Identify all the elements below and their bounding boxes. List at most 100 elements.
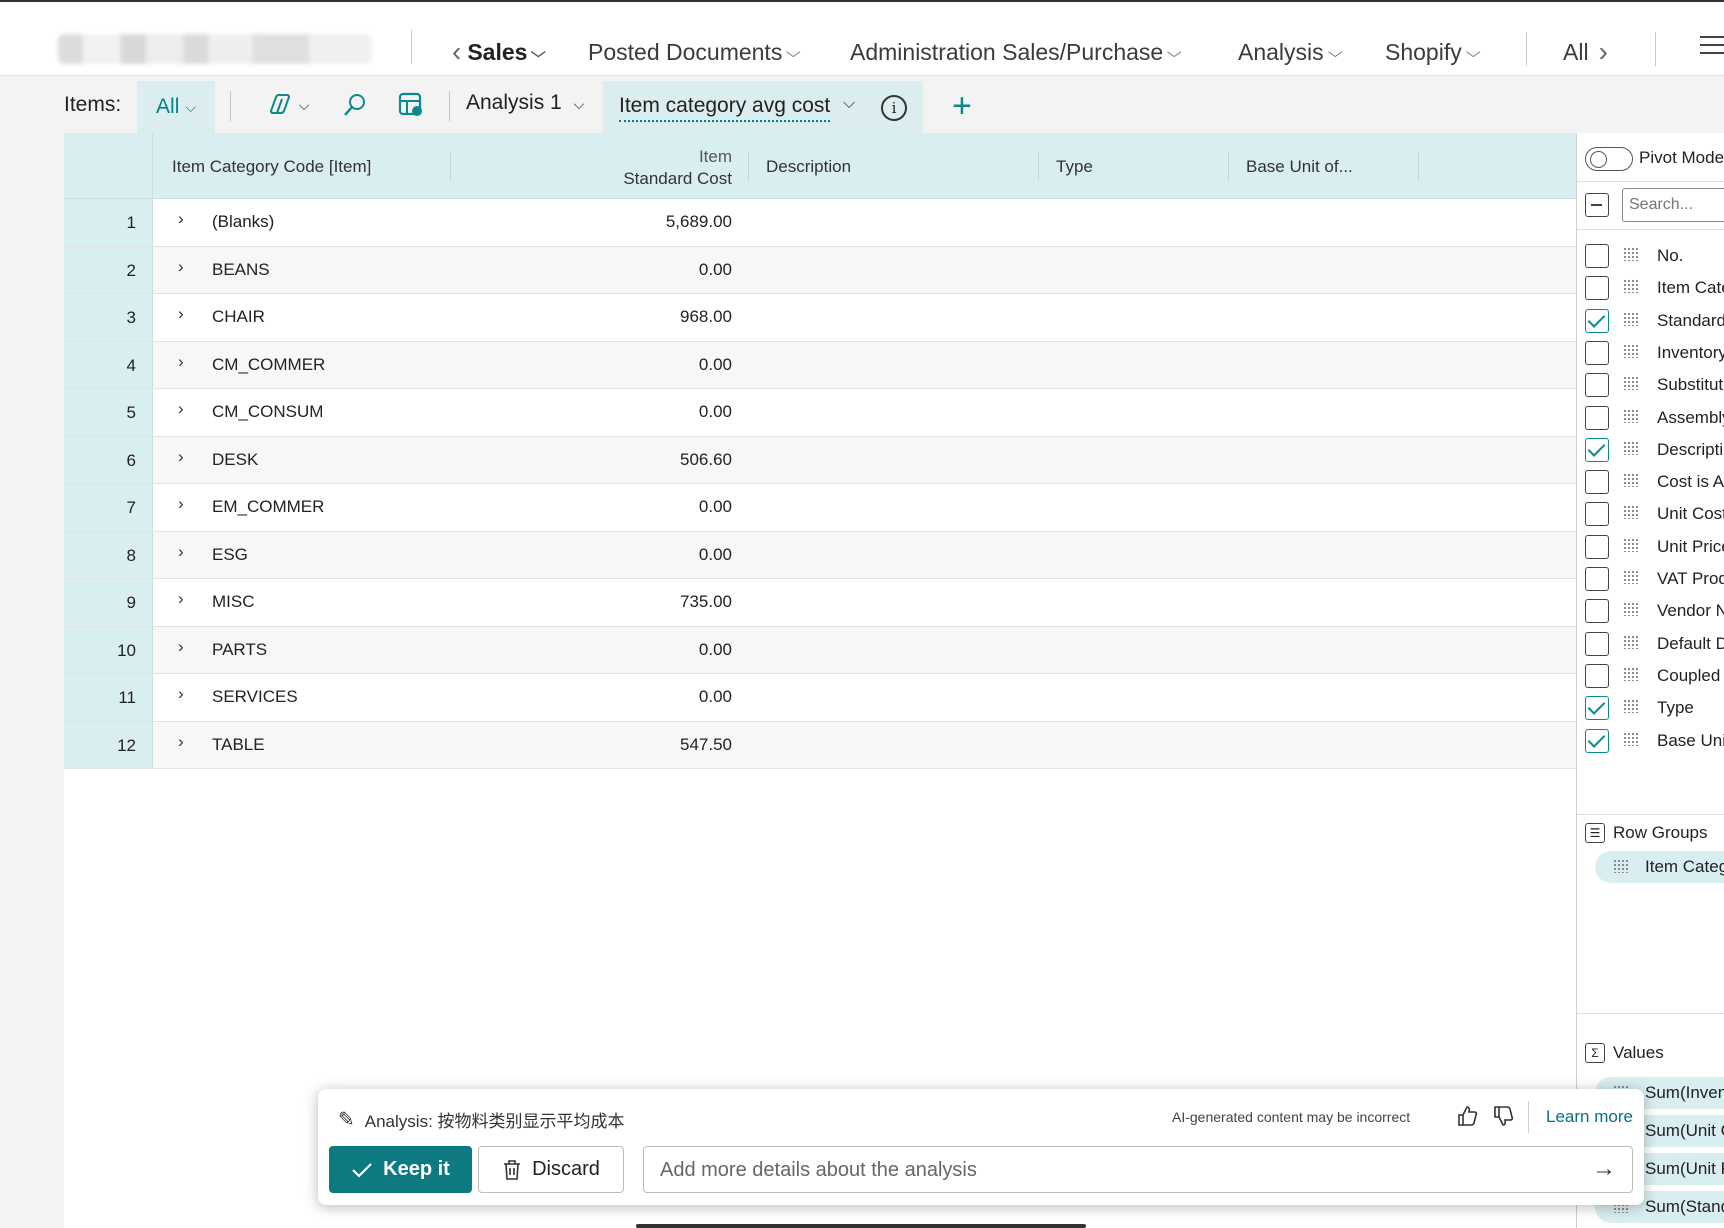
analysis-details-input[interactable]: Add more details about the analysis →: [643, 1146, 1633, 1193]
pivot-mode-toggle[interactable]: [1585, 147, 1633, 171]
chevron-right-icon[interactable]: ›: [1599, 36, 1608, 68]
row-group-pill[interactable]: Item Category Code: [1595, 851, 1724, 883]
tab-item-category-avg-cost[interactable]: Item category avg cost ⌵ i: [603, 81, 923, 133]
drag-handle-icon[interactable]: [1623, 473, 1639, 488]
table-row[interactable]: 12 › TABLE 547.50: [64, 721, 1576, 769]
table-row[interactable]: 2 › BEANS 0.00: [64, 246, 1576, 294]
drag-handle-icon[interactable]: [1623, 343, 1639, 358]
expand-chevron-icon[interactable]: ›: [178, 494, 184, 514]
column-list-item[interactable]: VAT Prod. Posting Group: [1577, 561, 1724, 597]
analysis-mode-icon[interactable]: [396, 89, 426, 121]
column-list-item[interactable]: Description: [1577, 432, 1724, 468]
table-row[interactable]: 10 › PARTS 0.00: [64, 626, 1576, 674]
thumbs-down-icon[interactable]: [1492, 1105, 1514, 1133]
expand-chevron-icon[interactable]: ›: [178, 684, 184, 704]
drag-handle-icon[interactable]: [1623, 570, 1639, 584]
thumbs-up-icon[interactable]: [1456, 1105, 1478, 1133]
nav-item-all[interactable]: All ›: [1563, 32, 1608, 72]
column-checkbox[interactable]: [1585, 599, 1609, 624]
search-icon[interactable]: [340, 89, 370, 121]
drag-handle-icon[interactable]: [1623, 731, 1639, 746]
column-list-item[interactable]: Unit Price: [1577, 529, 1724, 565]
expand-chevron-icon[interactable]: ›: [178, 542, 184, 562]
expand-chevron-icon[interactable]: ›: [178, 352, 184, 372]
expand-chevron-icon[interactable]: ›: [178, 589, 184, 609]
column-list-item[interactable]: Unit Cost: [1577, 496, 1724, 532]
expand-chevron-icon[interactable]: ›: [178, 732, 184, 752]
table-row[interactable]: 1 › (Blanks) 5,689.00: [64, 199, 1576, 247]
drag-handle-icon[interactable]: [1623, 279, 1639, 294]
chevron-left-icon[interactable]: ‹: [452, 36, 461, 68]
chevron-down-icon[interactable]: ⌵: [843, 95, 855, 113]
drag-handle-icon[interactable]: [1623, 666, 1639, 681]
drag-handle-icon[interactable]: [1623, 699, 1639, 714]
drag-handle-icon[interactable]: [1613, 859, 1629, 873]
send-arrow-icon[interactable]: →: [1592, 1155, 1616, 1183]
column-list-item[interactable]: Base Unit of Measure: [1577, 723, 1724, 759]
drag-handle-icon[interactable]: [1623, 247, 1639, 261]
column-checkbox[interactable]: [1585, 696, 1609, 721]
table-row[interactable]: 11 › SERVICES 0.00: [64, 674, 1576, 722]
nav-item-analysis[interactable]: Analysis ⌵: [1238, 32, 1342, 72]
column-list-item[interactable]: Vendor No.: [1577, 593, 1724, 629]
drag-handle-icon[interactable]: [1623, 537, 1639, 552]
drag-handle-icon[interactable]: [1623, 311, 1639, 326]
column-list-item[interactable]: Default Deferral Template: [1577, 626, 1724, 662]
column-list-item[interactable]: Cost is Adjusted: [1577, 464, 1724, 500]
expand-chevron-icon[interactable]: ›: [178, 447, 184, 467]
drag-handle-icon[interactable]: [1623, 440, 1639, 455]
column-checkbox[interactable]: [1585, 437, 1609, 462]
column-resize-handle[interactable]: [1228, 151, 1229, 181]
info-icon[interactable]: i: [881, 95, 907, 121]
table-row[interactable]: 4 › CM_COMMER 0.00: [64, 341, 1576, 389]
column-list-item[interactable]: Type: [1577, 690, 1724, 726]
drag-handle-icon[interactable]: [1623, 408, 1639, 423]
column-checkbox[interactable]: [1585, 663, 1609, 688]
table-row[interactable]: 8 › ESG 0.00: [64, 531, 1576, 579]
column-list-item[interactable]: Coupled to Dataverse: [1577, 658, 1724, 694]
column-checkbox[interactable]: [1585, 567, 1609, 591]
table-row[interactable]: 9 › MISC 735.00: [64, 579, 1576, 627]
table-row[interactable]: 5 › CM_CONSUM 0.00: [64, 389, 1576, 437]
nav-item-shopify[interactable]: Shopify ⌵: [1385, 32, 1480, 72]
column-header-description[interactable]: Description: [766, 157, 851, 177]
column-resize-handle[interactable]: [1038, 151, 1039, 181]
column-header-type[interactable]: Type: [1056, 157, 1093, 177]
select-all-columns-checkbox[interactable]: [1585, 193, 1609, 217]
table-row[interactable]: 7 › EM_COMMER 0.00: [64, 484, 1576, 532]
table-row[interactable]: 6 › DESK 506.60: [64, 436, 1576, 484]
expand-chevron-icon[interactable]: ›: [178, 209, 184, 229]
column-checkbox[interactable]: [1585, 340, 1609, 365]
column-header-standard-cost[interactable]: Item Standard Cost: [484, 146, 732, 190]
column-checkbox[interactable]: [1585, 631, 1609, 656]
column-list-item[interactable]: Item Category Code: [1577, 270, 1724, 306]
column-checkbox[interactable]: [1585, 534, 1609, 559]
column-list-item[interactable]: No.: [1577, 238, 1724, 274]
column-resize-handle[interactable]: [450, 151, 451, 181]
column-list-item[interactable]: Assembly BOM: [1577, 400, 1724, 436]
company-logo[interactable]: [58, 34, 372, 64]
column-checkbox[interactable]: [1585, 502, 1609, 527]
expand-chevron-icon[interactable]: ›: [178, 637, 184, 657]
column-resize-handle[interactable]: [1418, 151, 1419, 181]
table-row[interactable]: 3 › CHAIR 968.00: [64, 294, 1576, 342]
column-header-category[interactable]: Item Category Code [Item]: [172, 157, 371, 177]
columns-search-input[interactable]: [1622, 188, 1724, 222]
tab-analysis-1[interactable]: Analysis 1 ⌵: [466, 91, 584, 115]
expand-chevron-icon[interactable]: ›: [178, 257, 184, 277]
column-list-item[interactable]: Standard Cost: [1577, 303, 1724, 339]
expand-chevron-icon[interactable]: ›: [178, 304, 184, 324]
copilot-icon[interactable]: ⌵: [262, 89, 314, 121]
column-checkbox[interactable]: [1585, 308, 1609, 333]
column-checkbox[interactable]: [1585, 244, 1609, 268]
add-tab-plus-icon[interactable]: +: [952, 87, 972, 126]
column-checkbox[interactable]: [1585, 276, 1609, 301]
learn-more-link[interactable]: Learn more: [1546, 1107, 1633, 1127]
nav-item-posted-documents[interactable]: Posted Documents ⌵: [588, 32, 801, 72]
expand-chevron-icon[interactable]: ›: [178, 399, 184, 419]
nav-item-sales[interactable]: ‹ Sales ⌵: [452, 32, 546, 72]
nav-item-administration[interactable]: Administration Sales/Purchase ⌵: [850, 32, 1182, 72]
drag-handle-icon[interactable]: [1623, 505, 1639, 520]
keep-it-button[interactable]: Keep it: [329, 1146, 472, 1193]
column-list-item[interactable]: Inventory: [1577, 335, 1724, 371]
